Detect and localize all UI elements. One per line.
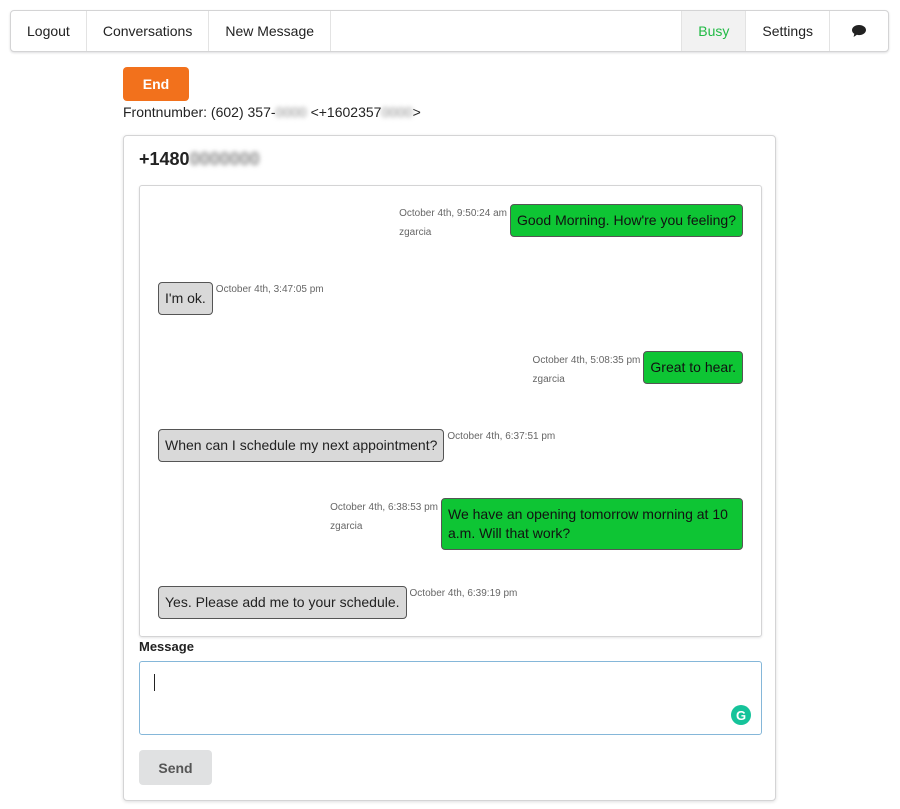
menu-spacer [331,11,681,51]
message-meta: October 4th, 6:38:53 pm zgarcia [330,498,438,536]
incoming-message-bubble: Yes. Please add me to your schedule. [158,586,407,619]
message-timestamp: October 4th, 6:39:19 pm [409,588,518,599]
message-item: October 4th, 5:08:35 pm zgarcia Great to… [533,351,743,389]
frontnumber-prefix: Frontnumber: (602) 357- [123,104,276,120]
conversation-number: +14800000000 [139,149,260,170]
send-button[interactable]: Send [139,750,212,785]
busy-status-toggle[interactable]: Busy [681,11,746,51]
message-item: October 4th, 6:38:53 pm zgarcia We have … [330,498,743,550]
outgoing-message-bubble: Good Morning. How're you feeling? [509,204,743,237]
incoming-message-bubble: When can I schedule my next appointment? [158,429,445,462]
speech-bubble-icon [852,25,866,37]
conversation-card: +14800000000 October 4th, 9:50:24 am zga… [123,135,776,801]
incoming-message-bubble: I'm ok. [158,282,213,315]
frontnumber-line: Frontnumber: (602) 357-0000 <+1602357000… [123,104,421,120]
logout-link[interactable]: Logout [11,11,87,51]
message-meta: October 4th, 5:08:35 pm zgarcia [533,351,641,389]
settings-link[interactable]: Settings [745,11,829,51]
message-sender: zgarcia [399,227,432,238]
message-sender: zgarcia [330,521,363,532]
message-input[interactable]: G [139,661,762,735]
grammarly-icon[interactable]: G [731,705,751,725]
outgoing-message-bubble: Great to hear. [643,351,743,384]
message-item: When can I schedule my next appointment?… [158,429,555,462]
message-sender: zgarcia [532,374,565,385]
frontnumber-middle: <+1602357 [306,104,382,120]
conversation-number-prefix: +1480 [139,149,190,169]
message-meta: October 4th, 9:50:24 am zgarcia [399,204,507,242]
frontnumber-masked-digits-2: 0000 [381,104,413,120]
frontnumber-suffix: > [412,104,421,120]
message-timestamp: October 4th, 6:38:53 pm [330,502,438,513]
chat-button[interactable] [829,11,888,51]
message-label: Message [139,639,194,654]
frontnumber-masked-digits: 0000 [275,104,307,120]
end-button[interactable]: End [123,67,189,101]
message-timestamp: October 4th, 6:37:51 pm [447,431,556,442]
top-menu: Logout Conversations New Message Busy Se… [10,10,889,52]
new-message-link[interactable]: New Message [209,11,332,51]
message-item: Yes. Please add me to your schedule. Oct… [158,586,517,619]
message-item: I'm ok. October 4th, 3:47:05 pm [158,282,324,315]
outgoing-message-bubble: We have an opening tomorrow morning at 1… [441,498,743,550]
message-timestamp: October 4th, 3:47:05 pm [215,284,324,295]
message-item: October 4th, 9:50:24 am zgarcia Good Mor… [399,204,743,242]
conversations-link[interactable]: Conversations [87,11,210,51]
conversation-number-masked: 0000000 [189,149,260,169]
text-caret [154,674,155,691]
message-thread[interactable]: October 4th, 9:50:24 am zgarcia Good Mor… [139,185,762,637]
message-timestamp: October 4th, 9:50:24 am [399,208,507,219]
message-timestamp: October 4th, 5:08:35 pm [532,355,641,366]
